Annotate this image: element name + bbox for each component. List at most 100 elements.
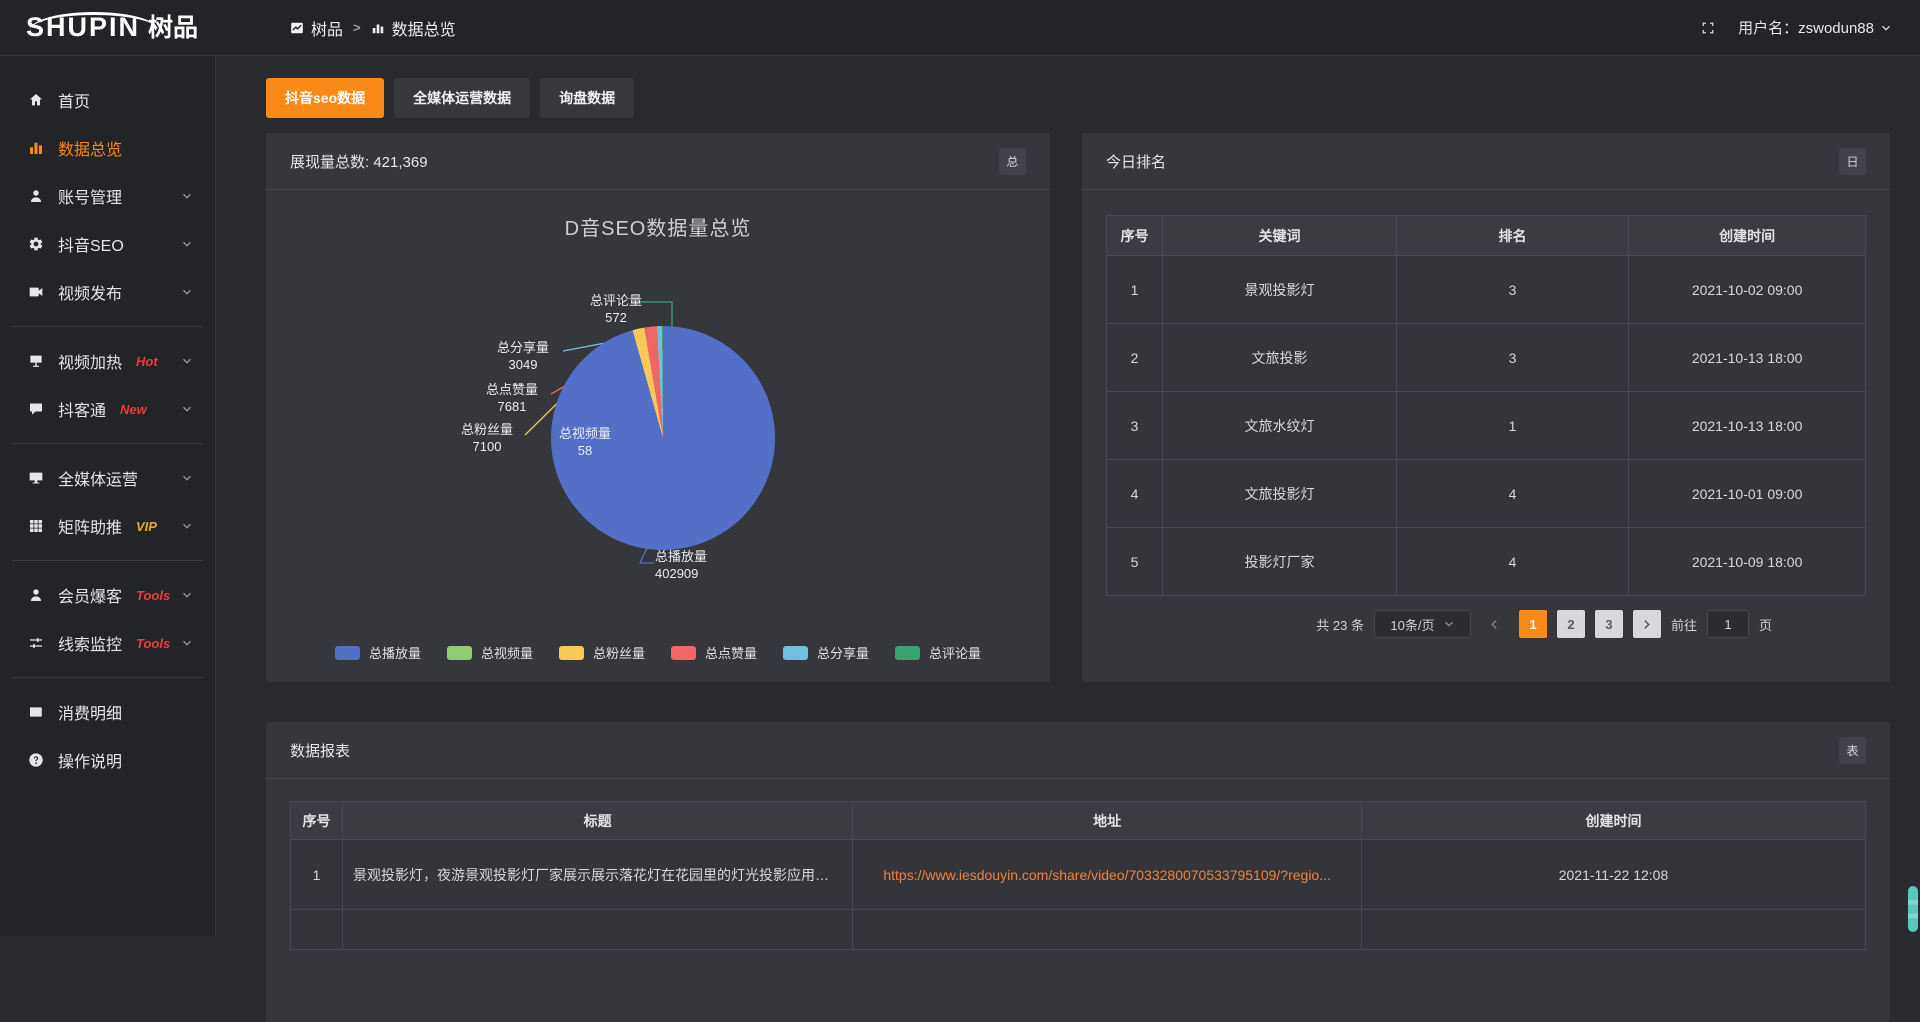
page-size-value: 10条/页 bbox=[1390, 615, 1434, 634]
user-menu[interactable]: 用户名：zswodun88 bbox=[1738, 17, 1892, 38]
sidebar-item[interactable]: 消费明细 bbox=[0, 688, 215, 736]
legend-item[interactable]: 总播放量 bbox=[335, 643, 421, 662]
tab-active[interactable]: 抖音seo数据 bbox=[266, 78, 384, 118]
url-link-cell[interactable]: https://www.iesdouyin.com/share/video/70… bbox=[853, 840, 1362, 910]
fullscreen-icon[interactable] bbox=[1700, 20, 1716, 36]
sidebar-item[interactable]: 操作说明 bbox=[0, 736, 215, 784]
sidebar-item[interactable]: 线索监控Tools bbox=[0, 619, 215, 667]
sidebar-item[interactable]: 数据总览 bbox=[0, 124, 215, 172]
sidebar-item[interactable]: 首页 bbox=[0, 76, 215, 124]
breadcrumb-separator: > bbox=[353, 20, 361, 35]
sidebar-item-label: 操作说明 bbox=[58, 748, 122, 772]
breadcrumb-item[interactable]: 数据总览 bbox=[371, 16, 456, 40]
report-badge[interactable]: 表 bbox=[1839, 737, 1866, 764]
legend-item[interactable]: 总视频量 bbox=[447, 643, 533, 662]
table-cell: 4 bbox=[1107, 460, 1163, 528]
legend-item[interactable]: 总评论量 bbox=[895, 643, 981, 662]
sidebar-item[interactable]: 全媒体运营 bbox=[0, 454, 215, 502]
table-cell: 文旅投影 bbox=[1163, 324, 1397, 392]
table-row: 5投影灯厂家42021-10-09 18:00 bbox=[1107, 528, 1866, 596]
tab-inactive[interactable]: 询盘数据 bbox=[540, 78, 634, 118]
sidebar-item-label: 数据总览 bbox=[58, 136, 122, 160]
sidebar-item[interactable]: 视频加热Hot bbox=[0, 337, 215, 385]
table-cell: 1 bbox=[1107, 256, 1163, 324]
legend-swatch bbox=[447, 646, 472, 660]
pagination: 共 23 条10条/页123前往页 bbox=[1082, 610, 1772, 638]
legend-swatch bbox=[895, 646, 920, 660]
table-cell: 2021-10-09 18:00 bbox=[1629, 528, 1866, 596]
report-table: 序号标题地址创建时间 1景观投影灯，夜游景观投影灯厂家展示展示落花灯在花园里的灯… bbox=[290, 801, 1866, 950]
home-icon bbox=[28, 92, 46, 108]
pie-label-likes: 总点赞量 7681 bbox=[462, 382, 562, 415]
overview-badge[interactable]: 总 bbox=[999, 148, 1026, 175]
sidebar-item-label: 抖音SEO bbox=[58, 232, 124, 256]
table-cell: 2021-10-13 18:00 bbox=[1629, 392, 1866, 460]
legend-item[interactable]: 总点赞量 bbox=[671, 643, 757, 662]
page-button-2[interactable]: 2 bbox=[1557, 610, 1585, 638]
table-row bbox=[291, 910, 1866, 950]
pie-label-fans: 总粉丝量 7100 bbox=[437, 422, 537, 455]
scrollbar-thumb[interactable] bbox=[1908, 886, 1918, 932]
goto-page-input[interactable] bbox=[1707, 610, 1749, 638]
breadcrumb-item[interactable]: 树品 bbox=[290, 16, 343, 40]
sliders-icon bbox=[28, 635, 46, 651]
chart-legend: 总播放量 总视频量 总粉丝量 总点赞量 总分享量 总评论量 bbox=[266, 643, 1050, 662]
sidebar-item[interactable]: 抖客通New bbox=[0, 385, 215, 433]
column-header: 标题 bbox=[342, 802, 852, 840]
table-cell: 景观投影灯，夜游景观投影灯厂家展示展示落花灯在花园里的灯光投影应用效果 # bbox=[342, 840, 852, 910]
chart-title: D音SEO数据量总览 bbox=[266, 212, 1050, 241]
table-row: 2文旅投影32021-10-13 18:00 bbox=[1107, 324, 1866, 392]
prev-page-button[interactable] bbox=[1481, 610, 1509, 638]
sidebar-divider bbox=[12, 560, 203, 561]
sidebar-item-tag: VIP bbox=[136, 519, 157, 534]
sidebar-item-tag: New bbox=[120, 402, 147, 417]
sidebar-item[interactable]: 账号管理 bbox=[0, 172, 215, 220]
goto-label: 前往 bbox=[1671, 615, 1697, 634]
table-cell: 2021-10-02 09:00 bbox=[1629, 256, 1866, 324]
chevron-down-icon bbox=[1880, 22, 1892, 34]
column-header: 排名 bbox=[1396, 216, 1628, 256]
sidebar-item[interactable]: 抖音SEO bbox=[0, 220, 215, 268]
ranking-table: 序号关键词排名创建时间 1景观投影灯32021-10-02 09:002文旅投影… bbox=[1106, 215, 1866, 596]
tab-inactive[interactable]: 全媒体运营数据 bbox=[394, 78, 530, 118]
sidebar-divider bbox=[12, 677, 203, 678]
page-size-select[interactable]: 10条/页 bbox=[1374, 610, 1471, 638]
table-cell bbox=[342, 910, 852, 950]
table-cell: 4 bbox=[1396, 460, 1628, 528]
chevron-down-icon bbox=[181, 472, 193, 484]
sidebar-item[interactable]: 矩阵助推 VIP bbox=[0, 502, 215, 550]
chevron-down-icon bbox=[181, 520, 193, 532]
table-cell bbox=[291, 910, 343, 950]
top-bar: SHUPIN 树品 树品 > 数据总览 用户名：zswodun88 bbox=[0, 0, 1920, 56]
table-cell: 文旅水纹灯 bbox=[1163, 392, 1397, 460]
report-panel: 数据报表 表 序号标题地址创建时间 1景观投影灯，夜游景观投影灯厂家展示展示落花… bbox=[266, 722, 1890, 1022]
sidebar-item-label: 消费明细 bbox=[58, 700, 122, 724]
sidebar-item[interactable]: 会员爆客Tools bbox=[0, 571, 215, 619]
table-cell: 3 bbox=[1396, 324, 1628, 392]
page-button-1[interactable]: 1 bbox=[1519, 610, 1547, 638]
app-logo: SHUPIN 树品 bbox=[0, 14, 216, 41]
sidebar-item-tag: Tools bbox=[136, 636, 170, 651]
chevron-down-icon bbox=[181, 589, 193, 601]
ranking-badge[interactable]: 日 bbox=[1839, 148, 1866, 175]
legend-item[interactable]: 总粉丝量 bbox=[559, 643, 645, 662]
next-page-button[interactable] bbox=[1633, 610, 1661, 638]
legend-item[interactable]: 总分享量 bbox=[783, 643, 869, 662]
ranking-panel: 今日排名 日 序号关键词排名创建时间 1景观投影灯32021-10-02 09:… bbox=[1082, 133, 1890, 682]
page-button-3[interactable]: 3 bbox=[1595, 610, 1623, 638]
legend-label: 总评论量 bbox=[929, 643, 981, 662]
main-content: 抖音seo数据全媒体运营数据询盘数据 展现量总数: 421,369 总 D音SE… bbox=[216, 56, 1920, 936]
topbar-right: 用户名：zswodun88 bbox=[1700, 17, 1920, 38]
question-circle-icon bbox=[28, 752, 46, 768]
sidebar-item-label: 会员爆客 bbox=[58, 583, 122, 607]
pie-chart: D音SEO数据量总览 总评论量 572 总分享量 3049 bbox=[266, 190, 1050, 682]
column-header: 关键词 bbox=[1163, 216, 1397, 256]
sidebar-item-label: 全媒体运营 bbox=[58, 466, 138, 490]
sidebar-item-label: 矩阵助推 bbox=[58, 514, 122, 538]
sidebar-item[interactable]: 视频发布 bbox=[0, 268, 215, 316]
table-row: 4文旅投影灯42021-10-01 09:00 bbox=[1107, 460, 1866, 528]
table-cell: 2021-10-01 09:00 bbox=[1629, 460, 1866, 528]
sidebar-item-label: 首页 bbox=[58, 88, 90, 112]
legend-swatch bbox=[671, 646, 696, 660]
chevron-down-icon bbox=[181, 238, 193, 250]
